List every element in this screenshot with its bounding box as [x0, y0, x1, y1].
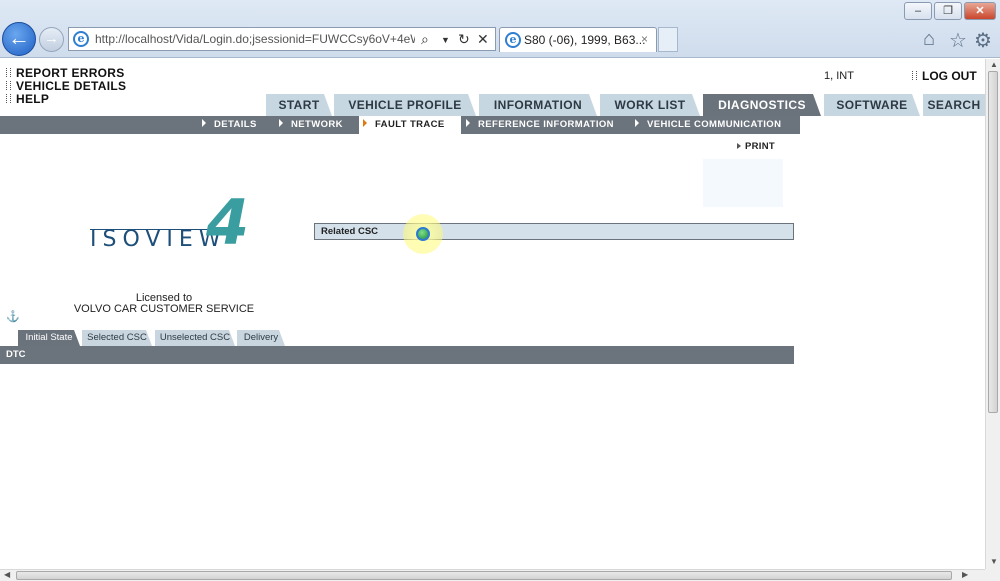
subnav-details[interactable]: DETAILS — [202, 116, 257, 134]
print-label: PRINT — [745, 141, 775, 152]
page-content: REPORT ERRORS VEHICLE DETAILS HELP 1, IN… — [0, 59, 985, 569]
new-tab-button[interactable] — [658, 27, 678, 52]
tab-title: S80 (-06), 1999, B63... — [524, 33, 646, 47]
tab-delivery[interactable]: Delivery — [237, 330, 285, 346]
tab-information[interactable]: INFORMATION — [479, 94, 597, 116]
close-window-button[interactable]: ✕ — [964, 2, 996, 20]
refresh-icon[interactable]: ↻ — [458, 31, 470, 48]
tab-diagnostics[interactable]: DIAGNOSTICS — [703, 94, 821, 116]
subnav-label: NETWORK — [291, 119, 343, 130]
address-url[interactable]: http://localhost/Vida/Login.do;jsessioni… — [95, 32, 415, 46]
help-link[interactable]: HELP — [5, 92, 49, 106]
tab-work-list[interactable]: WORK LIST — [600, 94, 700, 116]
arrow-right-icon — [363, 119, 367, 127]
tab-initial-state[interactable]: Initial State — [18, 330, 80, 346]
horizontal-scrollbar[interactable]: ◀ ▶ — [0, 569, 985, 581]
address-bar[interactable]: e http://localhost/Vida/Login.do;jsessio… — [68, 27, 496, 51]
vehicle-details-link[interactable]: VEHICLE DETAILS — [5, 79, 126, 93]
scroll-up-icon[interactable]: ▲ — [990, 60, 998, 69]
scroll-left-icon[interactable]: ◀ — [4, 570, 10, 579]
subnav-label: REFERENCE INFORMATION — [478, 119, 614, 130]
arrow-right-icon — [635, 119, 639, 127]
print-link[interactable]: PRINT — [737, 141, 775, 152]
logout-link[interactable]: LOG OUT — [912, 69, 977, 83]
favorites-star-icon[interactable]: ☆ — [949, 28, 967, 53]
vertical-scroll-thumb[interactable] — [988, 71, 998, 413]
arrow-right-icon — [737, 143, 741, 149]
subnav-reference-information[interactable]: REFERENCE INFORMATION — [466, 116, 614, 134]
dtc-header-bar: DTC — [0, 346, 794, 364]
scroll-down-icon[interactable]: ▼ — [990, 557, 998, 566]
tab-vehicle-profile[interactable]: VEHICLE PROFILE — [334, 94, 476, 116]
tab-start[interactable]: START — [266, 94, 332, 116]
ie-logo-icon: e — [73, 31, 89, 47]
dropdown-icon[interactable]: ▼ — [441, 35, 450, 45]
horizontal-scroll-thumb[interactable] — [16, 571, 952, 580]
sub-navigation: DETAILS NETWORK FAULT TRACE REFERENCE IN… — [0, 116, 800, 134]
tab-unselected-csc[interactable]: Unselected CSC — [155, 330, 235, 346]
tab-close-icon[interactable]: × — [641, 32, 648, 46]
search-icon[interactable]: ⌕ — [421, 31, 429, 48]
tab-software[interactable]: SOFTWARE — [824, 94, 920, 116]
stop-icon[interactable]: ✕ — [477, 31, 489, 48]
subnav-label: FAULT TRACE — [375, 119, 445, 130]
loading-spinner-icon — [416, 227, 430, 241]
subnav-fault-trace[interactable]: FAULT TRACE — [359, 116, 461, 134]
subnav-network[interactable]: NETWORK — [279, 116, 343, 134]
minimize-button[interactable]: – — [904, 2, 932, 20]
arrow-right-icon — [279, 119, 283, 127]
report-errors-link[interactable]: REPORT ERRORS — [6, 66, 125, 80]
dtc-label: DTC — [6, 349, 26, 360]
browser-tab[interactable]: e S80 (-06), 1999, B63... × — [499, 27, 657, 52]
tab-selected-csc[interactable]: Selected CSC — [82, 330, 152, 346]
forward-button[interactable]: → — [39, 27, 64, 52]
user-label: 1, INT — [824, 70, 854, 82]
browser-chrome: – ❐ ✕ ← → e http://localhost/Vida/Login.… — [0, 0, 1000, 58]
vertical-scrollbar[interactable]: ▲ ▼ — [985, 59, 1000, 569]
subnav-label: DETAILS — [214, 119, 257, 130]
back-button[interactable]: ← — [2, 22, 36, 56]
related-csc-bar[interactable]: Related CSC — [314, 223, 794, 240]
arrow-right-icon — [202, 119, 206, 127]
scroll-right-icon[interactable]: ▶ — [962, 570, 968, 579]
scrollbar-corner — [985, 569, 1000, 581]
logo-digit: 4 — [206, 186, 250, 259]
home-icon[interactable]: ⌂ — [923, 28, 935, 51]
anchor-icon: ⚓ — [6, 311, 20, 323]
ie-logo-icon: e — [505, 32, 521, 48]
license-line-2: VOLVO CAR CUSTOMER SERVICE — [73, 303, 255, 315]
related-csc-label: Related CSC — [321, 226, 379, 237]
maximize-button[interactable]: ❐ — [934, 2, 962, 20]
arrow-right-icon — [466, 119, 470, 127]
tab-search[interactable]: SEARCH — [923, 94, 985, 116]
gear-icon[interactable]: ⚙ — [974, 28, 992, 53]
subnav-vehicle-communication[interactable]: VEHICLE COMMUNICATION — [635, 116, 781, 134]
panel-glow — [703, 159, 783, 207]
subnav-label: VEHICLE COMMUNICATION — [647, 119, 782, 130]
